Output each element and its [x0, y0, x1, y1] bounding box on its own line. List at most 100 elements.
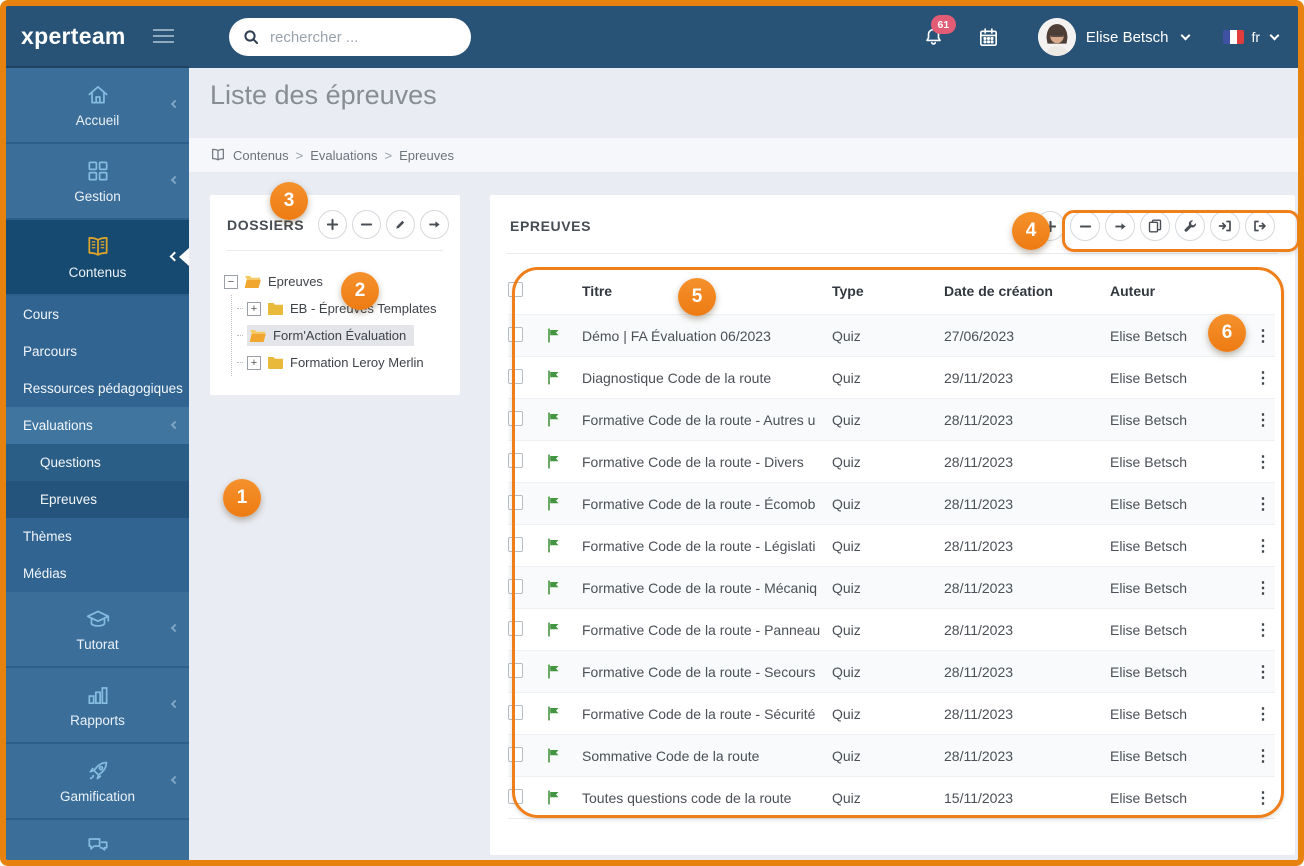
tree-node-label: Formation Leroy Merlin — [290, 355, 424, 370]
sub-item-label: Cours — [23, 307, 60, 322]
annotation-step-1: 1 — [223, 479, 261, 517]
closed-folder-icon — [267, 356, 284, 369]
sidebar-item-label: Gestion — [74, 189, 121, 204]
sidebar-item-epreuves[interactable]: Epreuves — [6, 481, 189, 518]
arrow-right-icon — [429, 221, 440, 228]
chevron-left-icon — [170, 420, 180, 429]
annotation-step-2: 2 — [341, 272, 379, 310]
chevron-down-icon — [1180, 30, 1191, 41]
graduation-cap-icon — [85, 606, 111, 632]
sidebar-item-evaluations[interactable]: Evaluations — [6, 407, 189, 444]
sidebar: xperteam Accueil Gestion Contenus Cours … — [6, 6, 189, 860]
notification-badge: 61 — [930, 15, 956, 34]
breadcrumb-evaluations[interactable]: Evaluations — [310, 148, 377, 163]
topbar: 61 Elise Betsch fr — [189, 6, 1298, 68]
search-input[interactable] — [268, 27, 471, 47]
french-flag-icon — [1223, 30, 1245, 44]
tree-node-label: Form'Action Évaluation — [273, 328, 407, 343]
app-logo: xperteam — [21, 22, 126, 49]
sub-item-label: Thèmes — [23, 529, 72, 544]
pencil-icon — [396, 220, 405, 229]
chevron-down-icon — [1269, 30, 1280, 41]
grid-icon — [85, 158, 111, 184]
sidebar-item-label: Contenus — [68, 265, 127, 280]
user-name: Elise Betsch — [1085, 28, 1169, 46]
sub-item-label: Epreuves — [40, 492, 98, 507]
tree-node-epreuves[interactable]: − Epreuves — [224, 268, 452, 295]
tree-node-label: Epreuves — [268, 274, 323, 289]
move-folder-button[interactable] — [420, 210, 450, 239]
sub-item-label: Evaluations — [23, 418, 93, 433]
sidebar-item-cours[interactable]: Cours — [6, 296, 189, 333]
annotation-box-table — [512, 267, 1284, 818]
calendar-icon — [979, 27, 997, 46]
sidebar-item-gestion[interactable]: Gestion — [6, 144, 189, 220]
breadcrumb-epreuves[interactable]: Epreuves — [399, 148, 454, 163]
calendar-button[interactable] — [977, 26, 1000, 49]
chevron-left-icon — [170, 775, 180, 785]
chevron-left-icon — [170, 699, 180, 709]
annotation-box-toolbar — [1062, 210, 1298, 252]
chevron-left-icon — [170, 99, 180, 109]
sidebar-item-rapports[interactable]: Rapports — [6, 668, 189, 744]
language-code: fr — [1251, 29, 1260, 45]
sidebar-item-label: Gamification — [59, 789, 136, 804]
user-menu[interactable]: Elise Betsch — [1037, 18, 1191, 56]
search-bar — [229, 18, 471, 56]
chevron-left-icon — [170, 175, 180, 185]
breadcrumb-separator: > — [295, 147, 304, 163]
expand-icon[interactable]: + — [247, 355, 261, 370]
dossiers-panel: DOSSIERS − Epreuves + EB - Épreuves Temp… — [210, 195, 460, 395]
notifications-button[interactable]: 61 — [922, 15, 956, 49]
closed-folder-icon — [267, 302, 284, 315]
sidebar-item-parcours[interactable]: Parcours — [6, 333, 189, 370]
sidebar-item-medias[interactable]: Médias — [6, 555, 189, 592]
sidebar-item-tutorat[interactable]: Tutorat — [6, 592, 189, 668]
topbar-right: 61 Elise Betsch fr — [922, 15, 1298, 56]
active-notch — [179, 248, 189, 266]
edit-folder-button[interactable] — [386, 210, 416, 239]
book-icon — [85, 234, 111, 260]
remove-folder-button[interactable] — [352, 210, 382, 239]
sub-item-label: Questions — [40, 455, 101, 470]
sidebar-item-gamification[interactable]: Gamification — [6, 744, 189, 820]
breadcrumb-contenus[interactable]: Contenus — [233, 148, 289, 163]
add-folder-button[interactable] — [318, 210, 348, 239]
chat-bubbles-icon — [85, 832, 111, 858]
sidebar-item-contenus[interactable]: Contenus — [6, 220, 189, 296]
sidebar-item-questions[interactable]: Questions — [6, 444, 189, 481]
annotation-step-6: 6 — [1208, 314, 1246, 352]
bar-chart-icon — [85, 682, 111, 708]
annotation-step-5: 5 — [678, 278, 716, 316]
avatar — [1037, 18, 1076, 56]
logo-bar: xperteam — [6, 6, 189, 68]
sidebar-item-label: Accueil — [75, 113, 120, 128]
sub-item-label: Ressources pédagogiques — [23, 381, 183, 396]
expand-icon[interactable]: + — [247, 301, 261, 316]
plus-icon — [326, 218, 339, 231]
sidebar-item-accueil[interactable]: Accueil — [6, 68, 189, 144]
folder-tree: − Epreuves + EB - Épreuves Templates For… — [210, 251, 460, 376]
open-folder-icon — [249, 329, 267, 343]
language-selector[interactable]: fr — [1223, 29, 1280, 45]
rocket-icon — [85, 758, 111, 784]
search-icon — [243, 29, 259, 45]
sub-item-label: Parcours — [23, 344, 78, 359]
open-folder-icon — [244, 275, 262, 289]
annotation-step-3: 3 — [270, 182, 308, 220]
minus-icon — [360, 223, 373, 226]
contenus-submenu: Cours Parcours Ressources pédagogiques E… — [6, 296, 189, 592]
tree-node-formaction[interactable]: Form'Action Évaluation — [237, 322, 452, 349]
collapse-icon[interactable]: − — [224, 274, 238, 289]
home-icon — [85, 82, 111, 108]
sidebar-item-messages[interactable] — [6, 820, 189, 860]
selected-tree-node: Form'Action Évaluation — [247, 325, 415, 346]
sidebar-item-themes[interactable]: Thèmes — [6, 518, 189, 555]
tree-node-leroy-merlin[interactable]: + Formation Leroy Merlin — [237, 349, 452, 376]
sidebar-item-ressources[interactable]: Ressources pédagogiques — [6, 370, 189, 407]
annotation-step-4: 4 — [1012, 212, 1050, 250]
dossiers-toolbar — [318, 210, 450, 239]
hamburger-menu-icon[interactable] — [153, 29, 174, 43]
screenshot-frame: xperteam Accueil Gestion Contenus Cours … — [0, 0, 1304, 866]
sub-item-label: Médias — [23, 566, 67, 581]
